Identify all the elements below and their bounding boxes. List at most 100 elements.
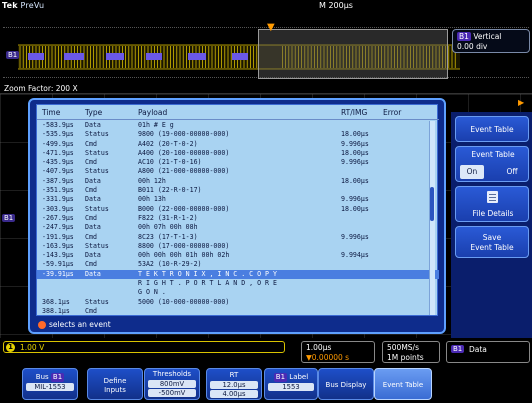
row-payload: B011 (22-R-0-17) [138,186,202,195]
table-row[interactable]: -163.9µs Status 8800 (17-000-00000-000) [37,242,439,251]
row-payload: F822 (31-R-1-2) [138,213,198,222]
event-table-button[interactable]: Event Table [374,368,432,400]
row-type: Status [85,148,109,157]
hint-label: selects an event [49,320,111,329]
row-payload: 8800 (17-000-00000-000) [138,241,230,250]
row-type: Cmd [85,232,97,241]
row-payload: 00h 13h [138,195,166,204]
row-payload: A800 (21-000-00000-000) [138,167,230,176]
row-time: -143.9µs [42,251,74,260]
zoom-window-bracket[interactable] [258,29,448,79]
row-type: Cmd [85,260,97,269]
table-row[interactable]: -331.9µs Data 00h 13h 9.996µs [37,195,439,204]
col-header-payload[interactable]: Payload [138,108,167,117]
menu-title-event-table: Event Table [455,116,529,142]
save-event-table-button[interactable]: Save Event Table [455,226,529,258]
table-row[interactable]: -303.9µs Status B000 (22-000-00000-000) 18.… [37,205,439,214]
brand-label: Tek [2,1,18,10]
channel1-readout[interactable]: 1 1.00 V [3,341,285,353]
knob-icon [38,321,46,329]
table-row[interactable]: -267.9µs Cmd F822 (31-R-1-2) [37,214,439,223]
col-header-error[interactable]: Error [383,108,401,117]
record-length: 1M points [387,353,424,362]
file-details-button[interactable]: File Details [455,186,529,222]
row-rt: 9.996µs [341,232,369,241]
label-text: Label [289,373,309,381]
row-type: Cmd [85,158,97,167]
label-pill: B1 [273,373,288,382]
trigger-position-marker: ▼ [267,22,275,33]
table-row[interactable]: -387.9µs Data 00h 12h 18.00µs [37,177,439,186]
table-row[interactable]: 388.1µs Cmd [37,307,439,316]
channel1-scale: 1.00 V [20,343,45,352]
col-header-rt[interactable]: RT/IMG [341,108,367,117]
row-payload: 00h 07h 00h 08h [138,223,198,232]
row-time: -247.9µs [42,223,74,232]
timebase-readout: M 200µs [319,1,353,10]
scrollbar-thumb[interactable] [430,187,434,221]
bus-select-button[interactable]: Bus B1 MIL-1553 [22,368,78,400]
side-menu: Event Table Event Table On Off File Deta… [451,112,532,338]
graticule-line [3,27,529,28]
event-table-panel: Time Type Payload RT/IMG Error -583.9µs D… [28,98,446,334]
col-header-time[interactable]: Time [42,108,60,117]
timebase-box[interactable]: 1.00µs ▼0.00000 s [301,341,375,363]
thresholds-button[interactable]: Thresholds 800mV -500mV [144,368,200,400]
table-row[interactable]: -583.9µs Data 01h # E g [37,121,439,130]
toggle-off[interactable]: Off [500,165,524,179]
row-type: Status [85,297,109,306]
toggle-on[interactable]: On [460,165,484,179]
run-state-label: PreVu [20,1,45,10]
row-time: -387.9µs [42,176,74,185]
row-payload: 00h 12h [138,176,166,185]
bus-indicator-tag: B1 [2,214,16,222]
row-type: Cmd [85,186,97,195]
bus-display-readout[interactable]: B1 Data [446,341,530,363]
table-row[interactable]: G O N . [37,288,439,297]
rt-value-2: 4.00µs [210,390,258,399]
event-table: Time Type Payload RT/IMG Error -583.9µs D… [36,104,439,316]
file-icon [487,191,498,203]
table-row[interactable]: -535.9µs Status 9800 (19-000-00000-000) 18.… [37,130,439,139]
file-details-label: File Details [472,209,514,218]
table-row[interactable]: -351.9µs Cmd B011 (22-R-0-17) [37,186,439,195]
bus-display-button[interactable]: Bus Display [318,368,374,400]
event-table-toggle[interactable]: Event Table On Off [455,146,529,182]
table-row[interactable]: -59.91µs Cmd 53A2 (10-R-29-2) [37,260,439,269]
row-payload: 8C23 (17-T-1-3) [138,232,198,241]
row-time: -39.91µs [42,269,74,278]
table-row[interactable]: -39.91µs Data T E K T R O N I X , I N C . … [37,269,439,280]
table-row[interactable]: -247.9µs Data 00h 07h 00h 08h [37,223,439,232]
table-row[interactable]: 368.1µs Status 5000 (10-000-00000-000) [37,298,439,307]
row-payload: A400 (20-100-00000-000) [138,148,230,157]
define-inputs-button[interactable]: Define Inputs [87,368,143,400]
label-value: 1553 [268,383,314,392]
vertical-readout: B1 Vertical 0.00 div [452,29,530,53]
row-payload: 01h # E g [138,121,174,129]
threshold-low-value: -500mV [148,389,196,398]
bus-type-value: MIL-1553 [26,383,74,392]
row-time: -351.9µs [42,186,74,195]
row-time: -535.9µs [42,130,74,139]
table-row[interactable]: -143.9µs Data 00h 00h 00h 01h 00h 02h 9.994… [37,251,439,260]
table-row[interactable]: -191.9µs Cmd 8C23 (17-T-1-3) 9.996µs [37,233,439,242]
toggle-label: Event Table [471,150,515,159]
bus-display-mode: Data [469,345,487,354]
table-row[interactable]: -407.9µs Status A800 (21-000-00000-000) [37,167,439,176]
row-payload: R I G H T . P O R T L A N D , O R E [138,279,277,288]
col-header-type[interactable]: Type [85,108,102,117]
row-type: Status [85,241,109,250]
label-button[interactable]: B1 Label 1553 [264,368,318,400]
table-row[interactable]: -435.9µs Cmd AC10 (21-T-0-16) 9.996µs [37,158,439,167]
row-time: 388.1µs [42,306,70,315]
acquisition-box[interactable]: 500MS/s 1M points [382,341,440,363]
row-type: Status [85,130,109,139]
rt-button[interactable]: RT 12.0µs 4.00µs [206,368,262,400]
timebase-scale: 1.00µs [306,343,332,352]
table-row[interactable]: -471.9µs Status A400 (20-100-00000-000) 18.… [37,149,439,158]
bus-number-tag: B1 [451,345,465,353]
table-row[interactable]: -499.9µs Cmd A402 (20-T-0-2) 9.996µs [37,140,439,149]
table-row[interactable]: R I G H T . P O R T L A N D , O R E [37,279,439,288]
row-payload: A402 (20-T-0-2) [138,139,198,148]
save-label-1: Save [482,233,502,242]
